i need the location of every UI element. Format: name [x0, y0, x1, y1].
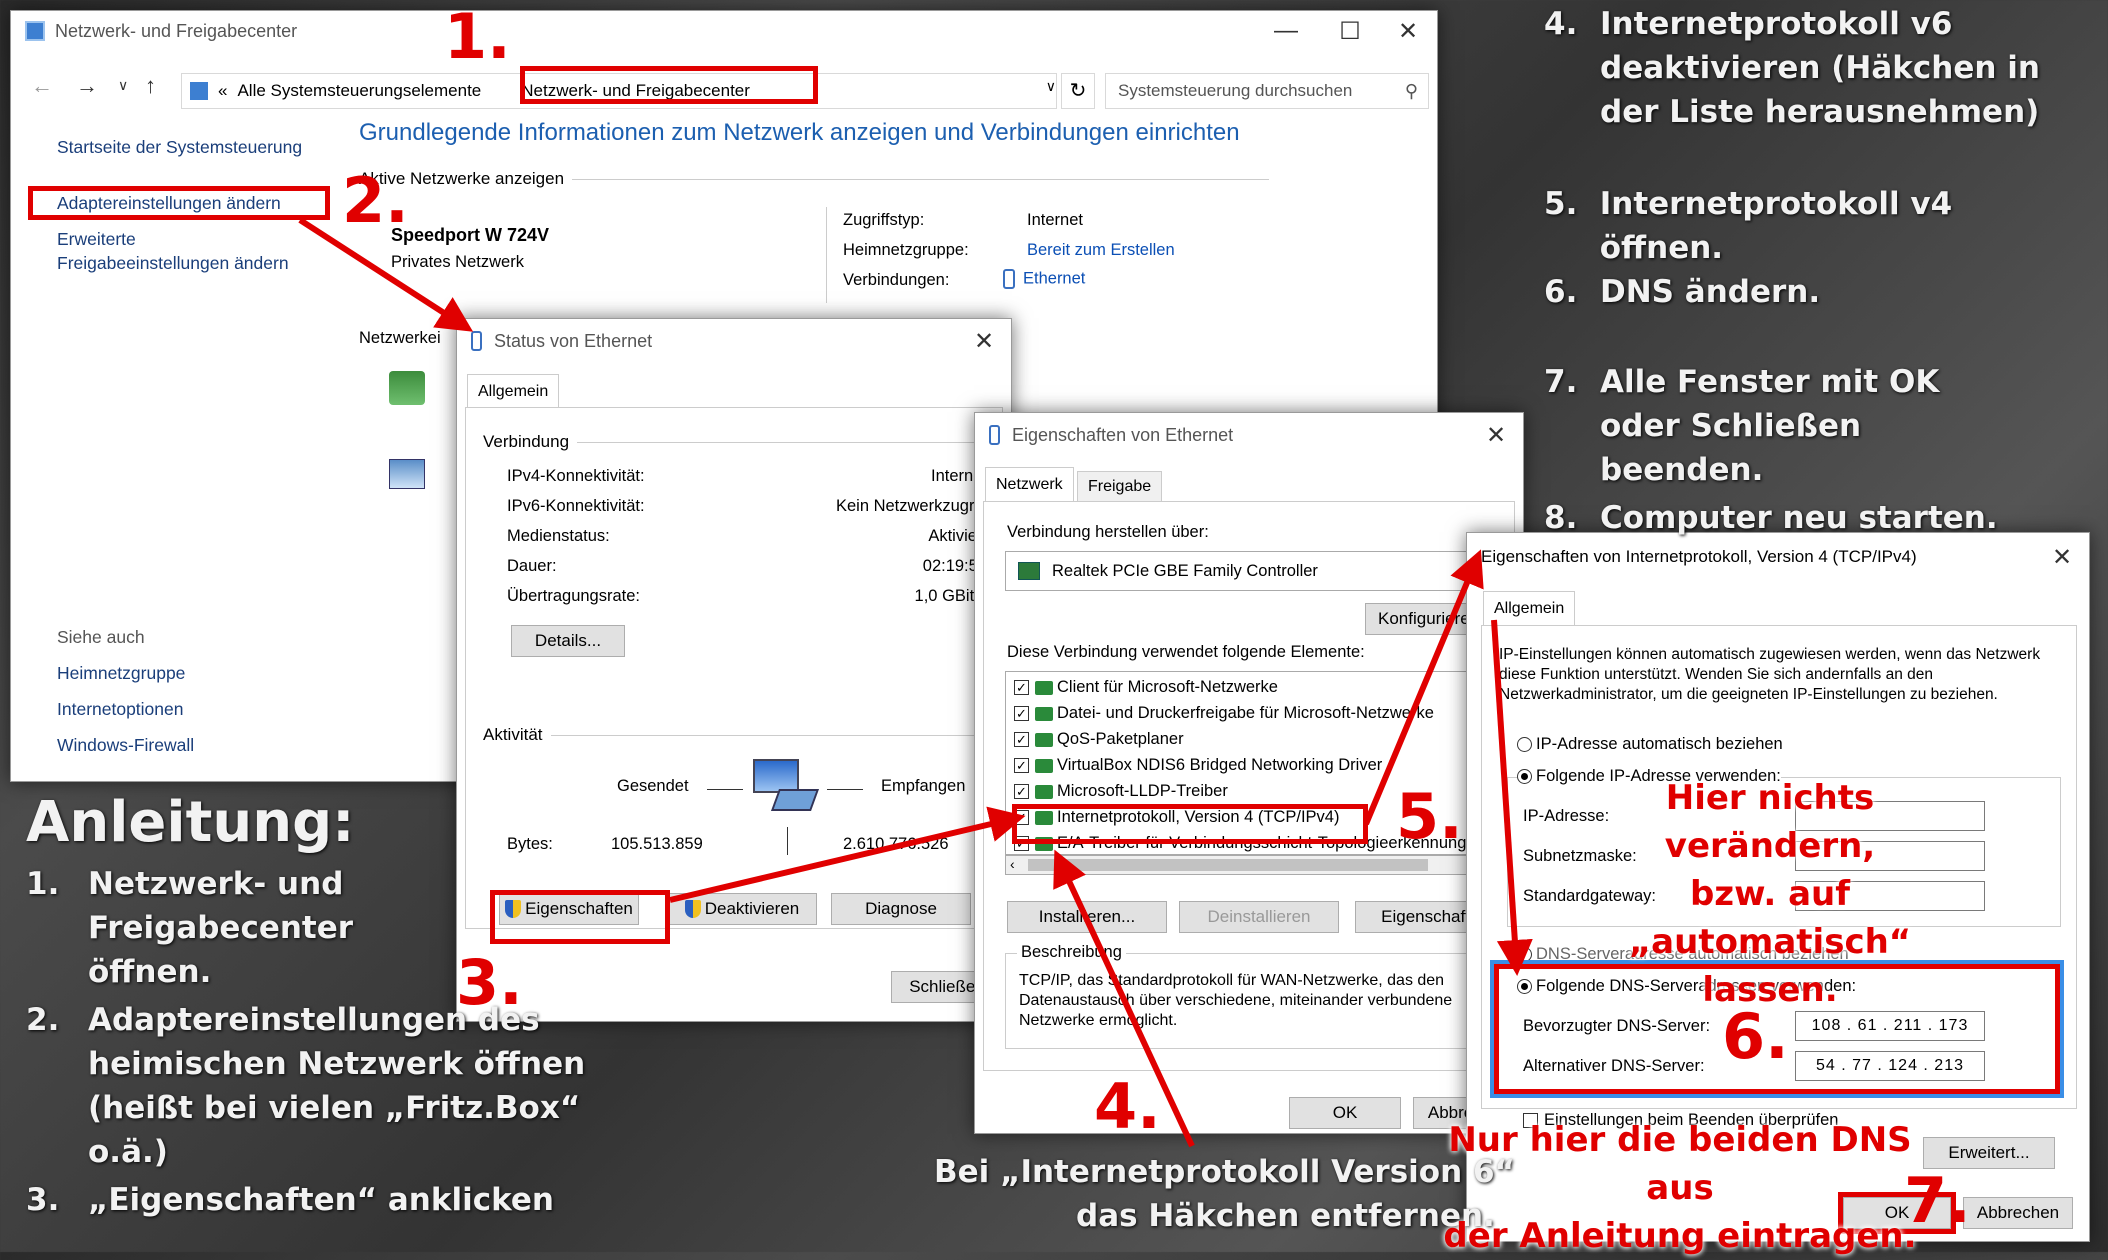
dns-note-line1: Nur hier die beiden DNS aus — [1448, 1120, 1912, 1208]
guide-title: Anleitung: — [26, 790, 355, 855]
guide-step-3-text: „Eigenschaften“ anklicken — [88, 1182, 554, 1218]
guide-step-5-text: Internetprotokoll v4 öffnen. — [1599, 186, 1953, 266]
guide-step-1-num: 1. — [26, 866, 60, 902]
guide-step-7-text: Alle Fenster mit OK oder Schließen beend… — [1600, 364, 1940, 488]
guide-step-1-text: Netzwerk- und Freigabecenter öffnen. — [88, 866, 354, 990]
guide-step-8-text: Computer neu starten. — [1600, 500, 1998, 536]
arrow-step3 — [669, 806, 1026, 903]
ipv6-note-line1: Bei „Internetprotokoll Version 6“ — [934, 1154, 1515, 1190]
no-change-line1: Hier nichts verändern, — [1664, 778, 1876, 866]
guide-step-7: 7. Alle Fenster mit OK oder Schließen be… — [1544, 360, 2084, 492]
step-number-5: 5. — [1396, 780, 1463, 853]
guide-step-3: 3. „Eigenschaften“ anklicken — [26, 1178, 626, 1222]
no-change-line2: bzw. auf — [1689, 874, 1851, 914]
guide-step-2: 2. Adaptereinstellungen des heimischen N… — [26, 998, 626, 1174]
guide-step-8-num: 8. — [1544, 500, 1578, 536]
guide-step-3-num: 3. — [26, 1182, 60, 1218]
step-number-1: 1. — [444, 0, 511, 73]
guide-step-8: 8. Computer neu starten. — [1544, 496, 2084, 540]
guide-step-4-text: Internetprotokoll v6 deaktivieren (Häkch… — [1600, 6, 2040, 130]
guide-step-5: 5. Internetprotokoll v4 öffnen. — [1544, 182, 2084, 270]
guide-step-2-num: 2. — [26, 1002, 60, 1038]
guide-step-4: 4. Internetprotokoll v6 deaktivieren (Hä… — [1544, 2, 2084, 134]
guide-step-5-num: 5. — [1544, 186, 1578, 222]
guide-step-6: 6. DNS ändern. — [1544, 270, 2084, 314]
guide-step-7-num: 7. — [1544, 364, 1578, 400]
step-number-4: 4. — [1094, 1070, 1161, 1143]
dns-note: Nur hier die beiden DNS aus der Anleitun… — [1430, 1116, 1930, 1260]
no-change-note: Hier nichts verändern, bzw. auf „automat… — [1560, 774, 1980, 1014]
step-number-2: 2. — [342, 164, 409, 237]
guide-step-4-num: 4. — [1544, 6, 1578, 42]
guide-step-1: 1. Netzwerk- und Freigabecenter öffnen. — [26, 862, 496, 994]
guide-step-6-num: 6. — [1544, 274, 1578, 310]
guide-step-6-text: DNS ändern. — [1600, 274, 1821, 310]
arrow-step6 — [1491, 619, 1533, 976]
no-change-line3: „automatisch“ lassen. — [1628, 922, 1912, 1010]
guide-step-2-text: Adaptereinstellungen des heimischen Netz… — [88, 1002, 586, 1170]
dns-note-line2: der Anleitung eintragen. — [1443, 1216, 1917, 1256]
